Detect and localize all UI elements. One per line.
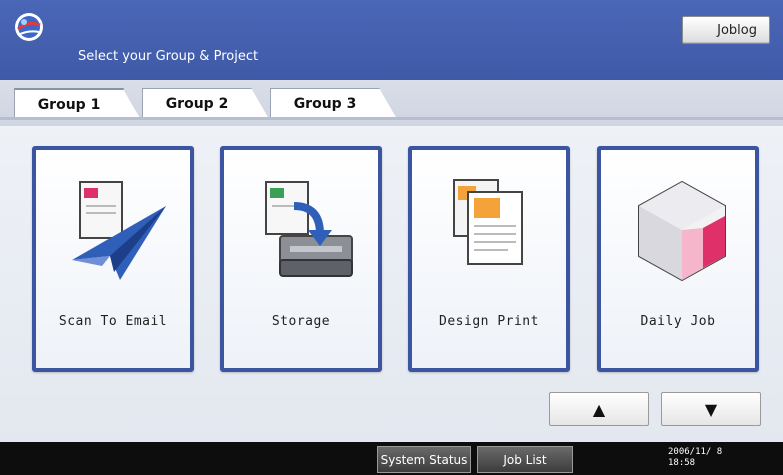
page-subtitle: Select your Group & Project — [78, 49, 259, 64]
header-bar: Select your Group & Project Joblog — [0, 0, 783, 80]
tile-storage[interactable]: Storage — [220, 146, 382, 372]
scroll-up-button[interactable]: ▲ — [549, 392, 649, 426]
status-bar: System Status Job List 2006/11/ 8 18:58 — [0, 442, 783, 475]
cube-icon — [638, 180, 726, 282]
storage-icon — [265, 181, 353, 277]
scroll-down-button[interactable]: ▼ — [661, 392, 761, 426]
tab-group-2[interactable]: Group 2 — [142, 88, 269, 119]
design-print-icon — [453, 179, 523, 265]
tab-group-3[interactable]: Group 3 — [270, 88, 397, 119]
paper-plane-icon — [72, 181, 166, 280]
tile-label: Design Print — [439, 314, 539, 329]
tile-label: Storage — [271, 314, 331, 329]
datetime-display: 2006/11/ 8 18:58 — [668, 447, 722, 469]
screen: Select your Group & Project Joblog Group… — [0, 0, 783, 475]
tab-divider — [0, 117, 783, 120]
joblog-button[interactable]: Joblog — [682, 16, 770, 44]
tile-label: Scan To Email — [58, 314, 168, 329]
main-content: Scan To Email Storage Design Print Daily… — [0, 126, 783, 442]
tile-label: Daily Job — [640, 314, 716, 329]
tile-design-print[interactable]: Design Print — [408, 146, 570, 372]
job-list-button[interactable]: Job List — [477, 446, 573, 473]
tile-scan-to-email[interactable]: Scan To Email — [32, 146, 194, 372]
tab-group-1[interactable]: Group 1 — [14, 88, 141, 120]
system-status-button[interactable]: System Status — [377, 446, 471, 473]
globe-logo-icon — [15, 13, 43, 41]
tile-daily-job[interactable]: Daily Job — [597, 146, 759, 372]
time-text: 18:58 — [668, 458, 696, 468]
date-text: 2006/11/ 8 — [668, 447, 723, 457]
